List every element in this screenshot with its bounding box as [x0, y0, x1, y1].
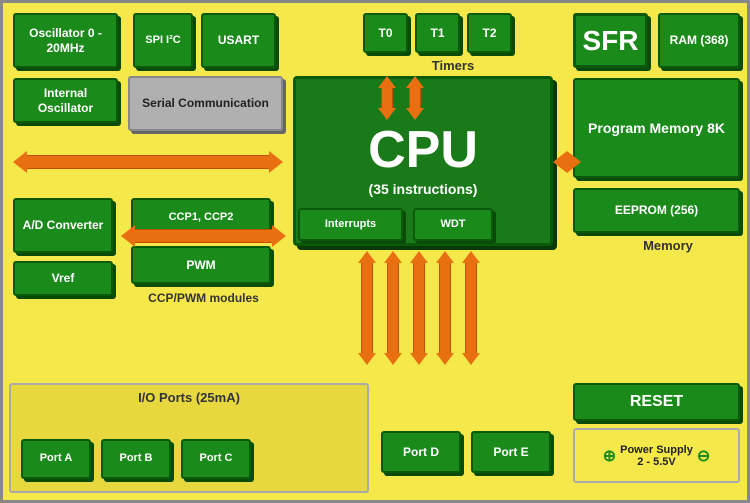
power-supply-block: ⊕ Power Supply 2 - 5.5V ⊖ — [573, 428, 740, 483]
t1-block: T1 — [415, 13, 460, 53]
t2-block: T2 — [467, 13, 512, 53]
io-arrow-3 — [410, 251, 428, 365]
interrupts-block: Interrupts — [298, 208, 403, 241]
eeprom-block: EEPROM (256) — [573, 188, 740, 233]
vref-block: Vref — [13, 261, 113, 296]
pwm-block: PWM — [131, 246, 271, 284]
minus-icon: ⊖ — [697, 446, 710, 466]
cpu-io-arrows — [358, 251, 480, 365]
ram-block: RAM (368) — [658, 13, 740, 68]
io-ports-label: I/O Ports (25mA) — [11, 390, 367, 405]
oscillator-block: Oscillator 0 - 20MHz — [13, 13, 118, 68]
ad-cpu-arrow — [121, 225, 286, 247]
ad-converter-block: A/D Converter — [13, 198, 113, 253]
io-arrow-1 — [358, 251, 376, 365]
io-section: I/O Ports (25mA) Port A Port B Port C — [9, 383, 369, 493]
program-memory-block: Program Memory 8K — [573, 78, 740, 178]
timer-cpu-arrows — [378, 76, 424, 120]
timer-arrow-1 — [378, 76, 396, 120]
spi-block: SPI I²C — [133, 13, 193, 68]
cpu-memory-arrow-h — [553, 151, 568, 173]
cpu-sublabel: (35 instructions) — [369, 180, 478, 198]
port-b-block: Port B — [101, 439, 171, 479]
cpu-label: CPU — [368, 124, 478, 176]
port-c-block: Port C — [181, 439, 251, 479]
main-bus-arrow-h — [13, 151, 283, 173]
power-text: Power Supply 2 - 5.5V — [620, 444, 693, 468]
sfr-block: SFR — [573, 13, 648, 68]
wdt-block: WDT — [413, 208, 493, 241]
io-arrow-4 — [436, 251, 454, 365]
internal-oscillator-block: Internal Oscillator — [13, 78, 118, 123]
port-d-block: Port D — [381, 431, 461, 473]
plus-icon: ⊕ — [603, 446, 616, 466]
port-e-block: Port E — [471, 431, 551, 473]
main-board: Oscillator 0 - 20MHz Internal Oscillator… — [0, 0, 750, 503]
memory-label: Memory — [603, 238, 733, 253]
t0-block: T0 — [363, 13, 408, 53]
timer-arrow-2 — [406, 76, 424, 120]
ccp-modules-label: CCP/PWM modules — [131, 291, 276, 305]
timers-label: Timers — [378, 58, 528, 73]
usart-block: USART — [201, 13, 276, 68]
io-arrow-5 — [462, 251, 480, 365]
io-arrow-2 — [384, 251, 402, 365]
reset-block: RESET — [573, 383, 740, 421]
serial-comm-block: Serial Communication — [128, 76, 283, 131]
port-a-block: Port A — [21, 439, 91, 479]
